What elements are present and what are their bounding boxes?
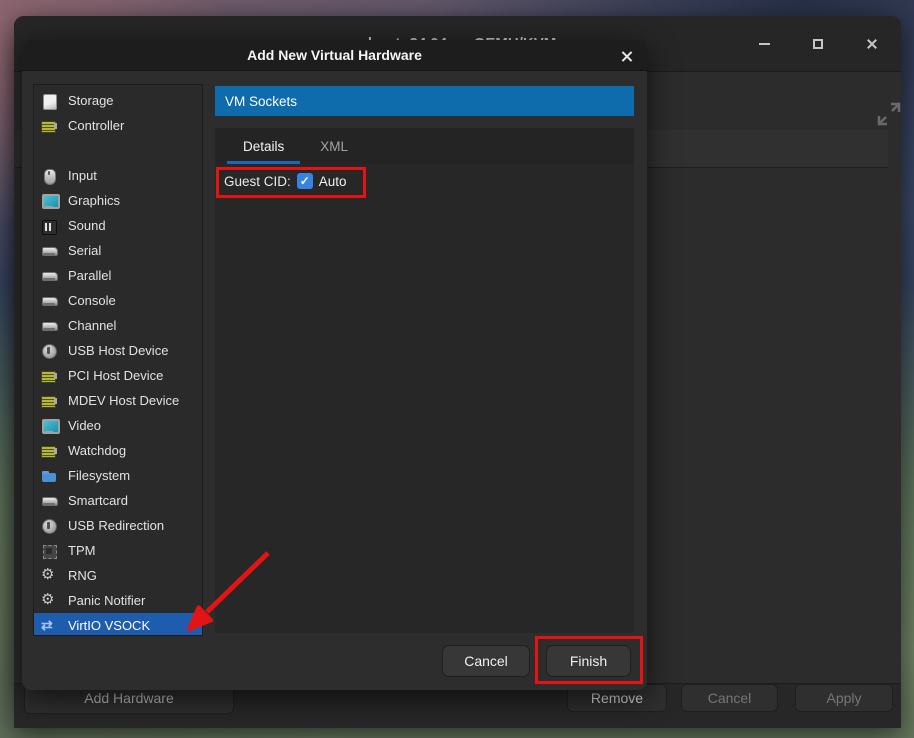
port-icon	[41, 293, 57, 309]
sidebar-item-label: Smartcard	[68, 493, 128, 508]
sidebar-item-filesystem[interactable]: Filesystem	[34, 463, 202, 488]
sidebar-item-label: Panic Notifier	[68, 593, 145, 608]
sidebar-item-parallel[interactable]: Parallel	[34, 263, 202, 288]
card-icon	[41, 368, 57, 384]
sidebar-item-label: Serial	[68, 243, 101, 258]
guest-cid-row: Guest CID: Auto	[224, 173, 347, 189]
vm-apply-button: Apply	[795, 684, 893, 712]
chip-icon	[41, 543, 57, 559]
panel-header: VM Sockets	[215, 86, 634, 116]
sidebar-item-label: Video	[68, 418, 101, 433]
sidebar-item-graphics[interactable]: Graphics	[34, 188, 202, 213]
sidebar-item-sound[interactable]: Sound	[34, 213, 202, 238]
dialog-close-button[interactable]	[615, 44, 639, 68]
usb-icon	[41, 343, 57, 359]
sidebar-item-label: Parallel	[68, 268, 111, 283]
sidebar-item-label: TPM	[68, 543, 95, 558]
arrows-icon	[41, 618, 57, 634]
sidebar-item-video[interactable]: Video	[34, 413, 202, 438]
card-icon	[41, 393, 57, 409]
sidebar-item-label: USB Host Device	[68, 343, 168, 358]
sidebar-item-label: Console	[68, 293, 116, 308]
finish-button[interactable]: Finish	[546, 645, 631, 677]
panel-content: Guest CID: Auto	[215, 164, 634, 633]
sidebar-item-label: VirtIO VSOCK	[68, 618, 150, 633]
port-icon	[41, 318, 57, 334]
sidebar-item-input[interactable]: Input	[34, 163, 202, 188]
disk-icon	[41, 93, 57, 109]
sidebar-item-mdev-host-device[interactable]: MDEV Host Device	[34, 388, 202, 413]
sidebar-item-console[interactable]: Console	[34, 288, 202, 313]
cancel-button[interactable]: Cancel	[442, 645, 530, 677]
gear-icon	[41, 593, 57, 609]
panel-header-label: VM Sockets	[225, 94, 297, 109]
card-icon	[41, 118, 57, 134]
sidebar-item-usb-host-device[interactable]: USB Host Device	[34, 338, 202, 363]
sidebar-item-label: USB Redirection	[68, 518, 164, 533]
maximize-icon	[813, 39, 823, 49]
card-icon	[41, 443, 57, 459]
sidebar-item-controller[interactable]: Controller	[34, 113, 202, 138]
sidebar-item-label: Graphics	[68, 193, 120, 208]
auto-checkbox[interactable]	[297, 173, 313, 189]
sidebar-item-label: RNG	[68, 568, 97, 583]
sidebar-item-watchdog[interactable]: Watchdog	[34, 438, 202, 463]
hardware-type-list: Storage Controller Input Graphics Sound Seria…	[33, 84, 203, 636]
window-controls	[755, 16, 881, 72]
sidebar-item-serial[interactable]: Serial	[34, 238, 202, 263]
sidebar-item-virtio-vsock[interactable]: VirtIO VSOCK	[34, 613, 202, 636]
sidebar-item-tpm[interactable]: TPM	[34, 538, 202, 563]
sidebar-item-label: Channel	[68, 318, 116, 333]
auto-checkbox-label: Auto	[319, 174, 347, 189]
sidebar-item-pci-host-device[interactable]: PCI Host Device	[34, 363, 202, 388]
folder-icon	[41, 468, 57, 484]
sidebar-item-label: Storage	[68, 93, 114, 108]
port-icon	[41, 243, 57, 259]
maximize-button[interactable]	[809, 35, 827, 53]
port-icon	[41, 268, 57, 284]
sidebar-item-usb-redirection[interactable]: USB Redirection	[34, 513, 202, 538]
fullscreen-expand-icon[interactable]	[872, 98, 906, 130]
sidebar-item-label: Controller	[68, 118, 124, 133]
dialog-title: Add New Virtual Hardware	[247, 47, 422, 63]
sidebar-item-label: MDEV Host Device	[68, 393, 179, 408]
sidebar-item-panic-notifier[interactable]: Panic Notifier	[34, 588, 202, 613]
close-icon	[621, 50, 633, 62]
sidebar-item-channel[interactable]: Channel	[34, 313, 202, 338]
gear-icon	[41, 568, 57, 584]
sidebar-item-label: Sound	[68, 218, 106, 233]
tab-xml[interactable]: XML	[302, 128, 366, 164]
tab-details[interactable]: Details	[225, 128, 302, 164]
mouse-icon	[41, 168, 57, 184]
usb-icon	[41, 518, 57, 534]
speaker-icon	[41, 218, 57, 234]
sidebar-item-storage[interactable]: Storage	[34, 88, 202, 113]
sidebar-spacer-row	[34, 138, 202, 163]
dialog-titlebar[interactable]: Add New Virtual Hardware	[22, 40, 647, 71]
sidebar-item-label: Filesystem	[68, 468, 130, 483]
monitor-icon	[41, 418, 57, 434]
minimize-button[interactable]	[755, 35, 773, 53]
sidebar-item-label: Watchdog	[68, 443, 126, 458]
sidebar-item-rng[interactable]: RNG	[34, 563, 202, 588]
monitor-icon	[41, 193, 57, 209]
sidebar-item-smartcard[interactable]: Smartcard	[34, 488, 202, 513]
tab-bar: Details XML	[215, 128, 634, 164]
port-icon	[41, 493, 57, 509]
guest-cid-label: Guest CID:	[224, 174, 291, 189]
close-button[interactable]	[863, 35, 881, 53]
sidebar-item-label: PCI Host Device	[68, 368, 163, 383]
add-hardware-dialog: Add New Virtual Hardware Storage Controll…	[22, 40, 647, 690]
minimize-icon	[759, 43, 770, 45]
close-icon	[866, 38, 878, 50]
sidebar-item-label: Input	[68, 168, 97, 183]
vm-cancel-button: Cancel	[681, 684, 778, 712]
